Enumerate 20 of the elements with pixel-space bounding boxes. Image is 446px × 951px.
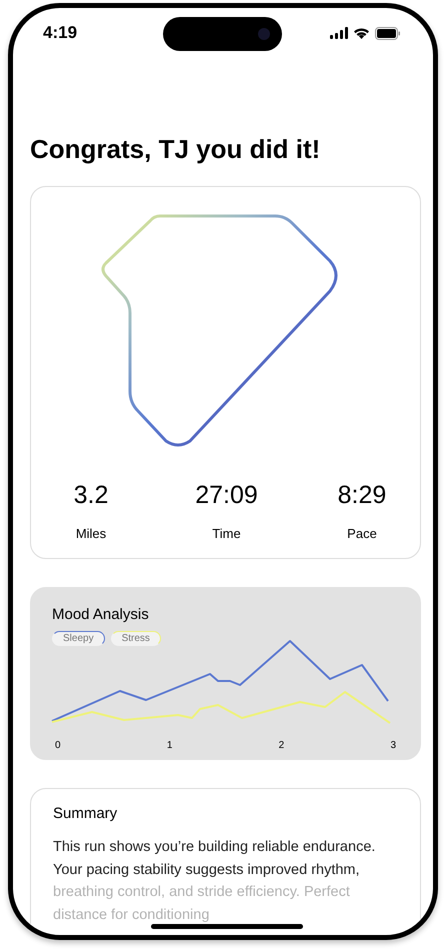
- summary-text: This run shows you’re building reliable endurance. Your pacing stability suggests improved rhythm, breathing control, and stride efficiency. Perfect distance for conditioning: [53, 838, 376, 924]
- legend-chip: Sleepy: [52, 631, 105, 646]
- card-title: Mood Analysis: [52, 606, 150, 623]
- axis-label: 2: [278, 740, 284, 751]
- signal-icon: [330, 27, 348, 39]
- battery-icon: [375, 26, 401, 40]
- page-title: Congrats, TJ you did it!: [30, 133, 322, 166]
- axis-label: 1: [166, 740, 172, 751]
- card-title: Summary: [53, 805, 118, 822]
- stat-label: Miles: [76, 526, 106, 541]
- stat-label: Time: [212, 526, 241, 541]
- axis-label: 0: [55, 740, 61, 751]
- status-time: 4:19: [43, 23, 78, 43]
- stat-label: Pace: [347, 526, 377, 541]
- axis-label: 3: [390, 740, 396, 751]
- stat-value: 8:29: [338, 481, 386, 510]
- wifi-icon: [353, 27, 370, 39]
- stat-value: 27:09: [195, 481, 258, 510]
- stat-value: 3.2: [74, 481, 108, 510]
- legend-chip: Stress: [110, 631, 161, 646]
